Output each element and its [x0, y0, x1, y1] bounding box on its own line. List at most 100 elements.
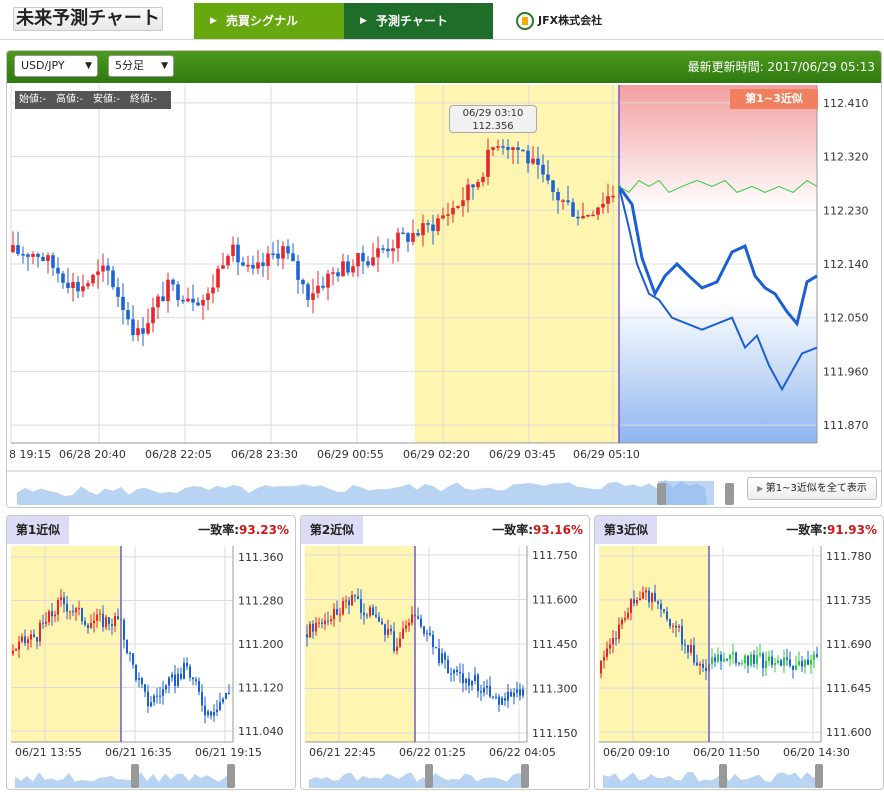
candle-body	[511, 147, 515, 150]
candle	[510, 688, 512, 697]
candle	[346, 254, 350, 276]
sub-title: 第2近似	[301, 516, 363, 544]
candle-body	[666, 611, 668, 620]
candle	[435, 646, 437, 649]
candle	[281, 241, 285, 270]
candle-body	[416, 233, 420, 236]
candle-body	[312, 623, 314, 632]
sub-chart-2[interactable]: 111.750 111.600 111.450 111.300 111.150 06/21…	[301, 544, 590, 790]
candle-body	[630, 599, 632, 613]
candle-body	[27, 639, 29, 644]
candle-body	[675, 625, 677, 628]
navigator-handle-right	[227, 764, 235, 788]
candle	[141, 677, 143, 689]
candle-body	[421, 223, 425, 236]
candle-body	[645, 590, 647, 593]
pair-select[interactable]: USD/JPY ▼	[14, 55, 98, 77]
candle	[286, 239, 290, 260]
candle-body	[690, 644, 692, 653]
candle	[136, 320, 140, 342]
candle-body	[111, 270, 115, 288]
candle	[795, 655, 797, 671]
chevron-down-icon: ▼	[85, 61, 92, 71]
candle-body	[606, 196, 610, 204]
candle-body	[489, 685, 491, 697]
candle-body	[36, 637, 38, 642]
interval-select[interactable]: 5分足 ▼	[108, 55, 174, 77]
candle-body	[150, 702, 152, 707]
candle	[291, 243, 295, 262]
x-tick-label: 06/29 02:20	[403, 448, 470, 461]
candle-body	[201, 691, 203, 706]
candle-body	[306, 634, 308, 638]
show-all-button[interactable]: ▶ 第1~3近似を全て表示	[747, 477, 877, 500]
candle	[256, 250, 260, 275]
candle-body	[408, 623, 410, 626]
candle	[804, 659, 806, 674]
candle-body	[45, 621, 47, 624]
candle-body	[318, 622, 320, 624]
sub-chart-1[interactable]: 111.360 111.280 111.200 111.120 111.040 06/21…	[7, 544, 296, 790]
candle-body	[369, 607, 371, 616]
candle	[216, 265, 220, 293]
candle	[31, 251, 35, 265]
candle	[171, 671, 173, 682]
candle-body	[18, 641, 20, 650]
candle	[211, 274, 215, 304]
candle-body	[663, 609, 665, 612]
candle	[747, 655, 749, 674]
candle	[366, 256, 370, 268]
candle	[492, 695, 494, 700]
candle-body	[168, 677, 170, 686]
x-tick-label: 06/22 01:25	[399, 746, 466, 759]
candle-body	[406, 233, 410, 242]
tab-trade-signal[interactable]: ▶ 売買シグナル	[194, 3, 344, 39]
candle	[186, 657, 188, 670]
candle-body	[183, 662, 185, 679]
navigator-handle-right	[521, 764, 529, 788]
candle-body	[251, 264, 255, 269]
main-chart[interactable]: 112.410 112.320 112.230 112.140 112.050 111.9…	[7, 83, 882, 469]
candle-body	[480, 691, 482, 693]
candle	[181, 295, 185, 305]
candle-body	[456, 206, 460, 208]
y-tick-label: 111.360	[238, 551, 284, 564]
candle-body	[504, 698, 506, 701]
candle-body	[316, 285, 320, 294]
candle-body	[301, 279, 305, 285]
company-logo[interactable]: JFX株式会社	[516, 9, 602, 33]
candle	[261, 252, 265, 277]
candle	[361, 245, 365, 274]
candle-body	[106, 265, 110, 271]
tooltip-price: 112.356	[472, 121, 514, 132]
candle-body	[48, 611, 50, 622]
y-tick-label: 111.780	[826, 550, 872, 563]
candle-body	[621, 619, 623, 625]
candle-body	[241, 262, 245, 266]
candle-body	[321, 622, 323, 624]
candle	[468, 672, 470, 694]
candle-body	[306, 284, 310, 300]
candle	[221, 252, 225, 270]
y-tick-label: 112.410	[823, 97, 869, 110]
tab-forecast-chart[interactable]: ▶ 予測チャート	[344, 3, 493, 39]
sub-chart-3[interactable]: 111.780 111.735 111.690 111.645 111.600 06/20…	[595, 544, 884, 790]
candle-body	[426, 633, 428, 635]
candle-body	[804, 659, 806, 667]
candle-body	[702, 663, 704, 668]
candle-body	[576, 216, 580, 219]
candle-body	[762, 653, 764, 669]
candle-body	[256, 262, 260, 269]
candle-body	[516, 689, 518, 693]
candle	[341, 253, 345, 277]
candle-body	[624, 618, 626, 620]
candle-body	[361, 253, 365, 262]
candle-body	[636, 600, 638, 604]
candle-body	[486, 685, 488, 688]
candle-body	[372, 607, 374, 616]
candle-body	[551, 180, 555, 193]
candle-body	[556, 192, 560, 201]
candle	[783, 649, 785, 673]
candle	[236, 237, 240, 276]
candle-body	[447, 659, 449, 674]
